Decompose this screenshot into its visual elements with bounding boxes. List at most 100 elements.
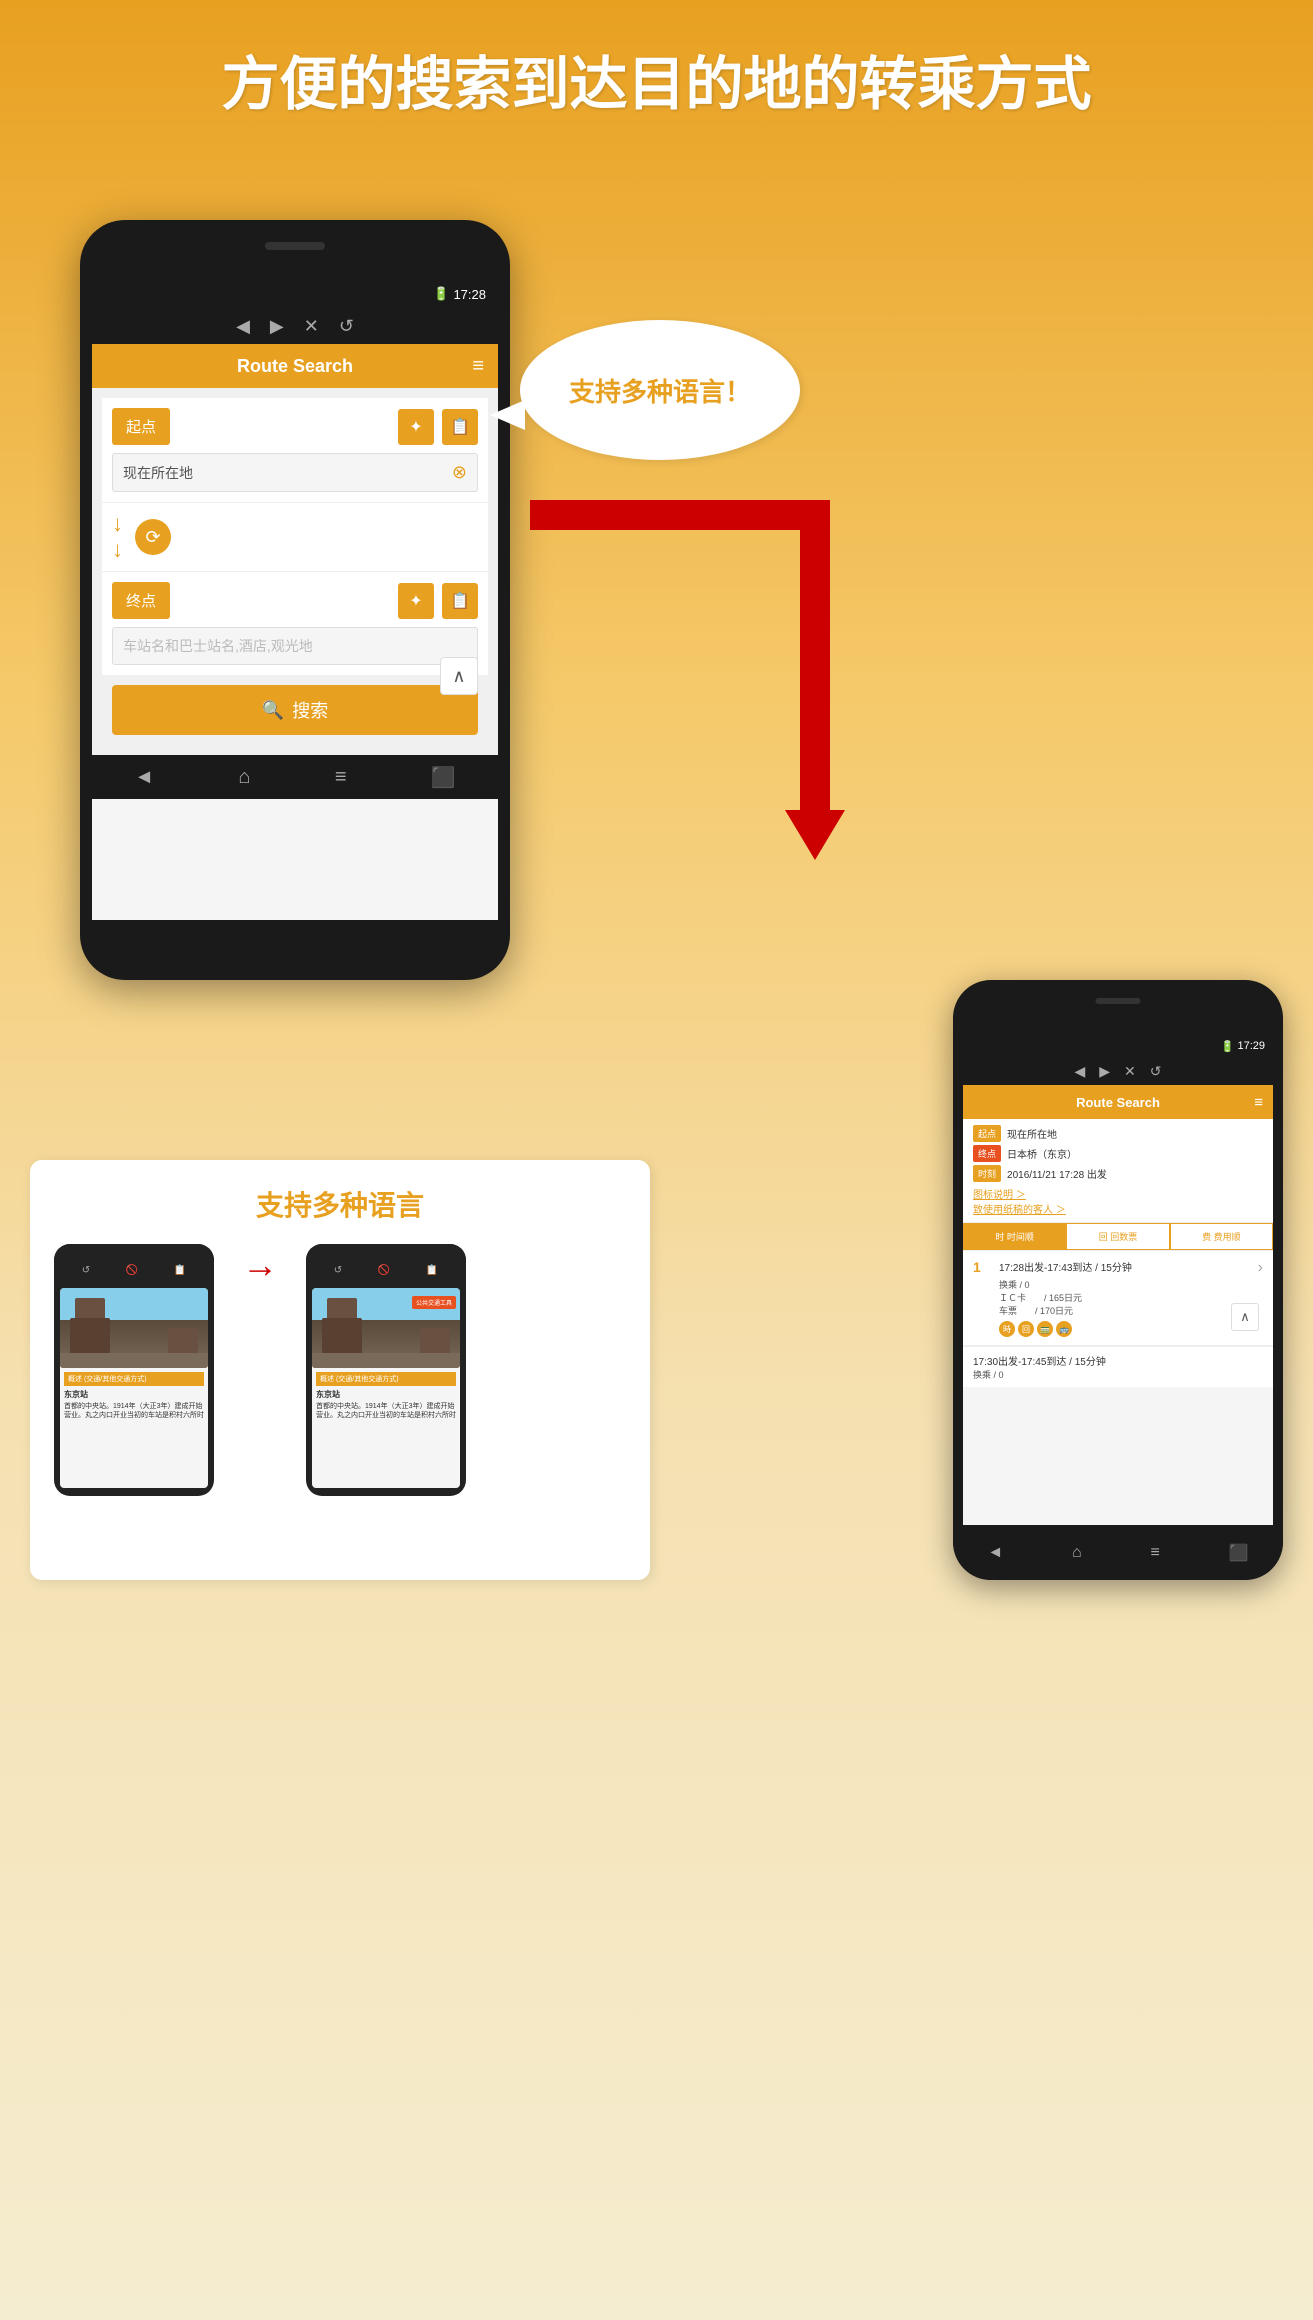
mini-status-2 — [306, 1244, 466, 1260]
nav-print-icon[interactable]: ⬛ — [431, 765, 456, 790]
mini-text-label-2: 概述 (交通/其他交通方式) — [316, 1372, 456, 1386]
scroll-up-btn[interactable]: ∧ — [440, 657, 478, 695]
up-arrow-icon-small: ∧ — [1240, 1309, 1250, 1325]
forward-icon-small[interactable]: ▶ — [1099, 1063, 1110, 1080]
nav-print-icon-small[interactable]: ⬛ — [1229, 1543, 1249, 1563]
tab-count[interactable]: 回 回数票 — [1066, 1223, 1169, 1250]
small-dest-value: 日本桥（东京） — [1007, 1146, 1077, 1161]
menu-icon-small[interactable]: ≡ — [1254, 1094, 1263, 1111]
result-item-2[interactable]: 17:30出发-17:45到达 / 15分钟 换乘 / 0 — [963, 1346, 1273, 1387]
phone-small: 🔋 17:29 ◀ ▶ ✕ ↺ Route Search ≡ 起点 现在所在地 — [953, 980, 1283, 1580]
status-bar-small: 🔋 17:29 — [963, 1035, 1273, 1057]
phone-speaker — [265, 242, 325, 250]
route-info-section: 起点 现在所在地 终点 日本桥（东京） 时刻 2016/11/21 17:28 … — [963, 1119, 1273, 1223]
mini-building-image-1 — [60, 1288, 208, 1368]
origin-label-btn[interactable]: 起点 — [112, 408, 170, 445]
arrow-between-phones: → — [234, 1244, 286, 1286]
close-icon-small[interactable]: ✕ — [1124, 1063, 1136, 1080]
back-icon[interactable]: ◀ — [236, 316, 250, 337]
result1-transport-icons: 時 回 🚃 🚌 — [999, 1321, 1258, 1337]
result1-chevron[interactable]: › — [1258, 1259, 1263, 1277]
scroll-up-btn-small[interactable]: ∧ — [1231, 1303, 1259, 1331]
origin-input[interactable]: 现在所在地 ⊗ — [112, 453, 478, 492]
result-item-1[interactable]: 1 17:28出发-17:43到达 / 15分钟 换乘 / 0 ＩＣ卡 / 16… — [963, 1251, 1273, 1346]
bookmark-icon-btn[interactable]: 📋 — [442, 409, 478, 445]
nav-back-icon-small[interactable]: ◄ — [987, 1544, 1003, 1562]
result2-title: 17:30出发-17:45到达 / 15分钟 — [973, 1353, 1263, 1368]
nav-menu-icon-small[interactable]: ≡ — [1151, 1544, 1160, 1562]
tabs-row: 时 时间顺 回 回数票 费 费用顺 — [963, 1223, 1273, 1251]
mini-nav-back-2: ↺ — [334, 1265, 342, 1276]
app-title-small: Route Search — [1076, 1095, 1160, 1110]
icon-legend-link[interactable]: 图标说明 ＞ — [973, 1190, 1026, 1201]
location-icon: ✦ — [409, 417, 422, 437]
speech-bubble: 支持多种语言！ — [520, 320, 800, 460]
tab-time[interactable]: 时 时间顺 — [963, 1223, 1066, 1250]
small-time-label: 时刻 — [973, 1165, 1001, 1182]
result1-ticket: 车票 / 170日元 — [999, 1304, 1258, 1317]
status-bar-large: 🔋 17:28 — [92, 280, 498, 308]
nav-bar-large[interactable]: ◀ ▶ ✕ ↺ — [92, 308, 498, 344]
search-button[interactable]: 🔍 搜索 — [112, 685, 478, 735]
app-title-large: Route Search — [237, 356, 353, 377]
small-origin-value: 现在所在地 — [1007, 1126, 1057, 1141]
mini-nav-bookmark: 📋 — [174, 1265, 186, 1276]
transport-icon-count: 回 — [1018, 1321, 1034, 1337]
nav-bar-small[interactable]: ◀ ▶ ✕ ↺ — [963, 1057, 1273, 1085]
search-area: 🔍 搜索 ∧ — [102, 685, 488, 745]
swap-row: ↓↓ ⟳ — [102, 502, 488, 572]
menu-icon-large[interactable]: ≡ — [472, 355, 484, 378]
mini-text-label-1: 概述 (交通/其他交通方式) — [64, 1372, 204, 1386]
mini-nav-1: ↺ 🚫 📋 — [54, 1260, 214, 1280]
app-header-large: Route Search ≡ — [92, 344, 498, 388]
back-icon-small[interactable]: ◀ — [1074, 1063, 1085, 1080]
dest-input[interactable]: 车站名和巴士站名,酒店,观光地 — [112, 627, 478, 665]
bottom-nav-large: ◄ ⌂ ≡ ⬛ — [92, 755, 498, 799]
nav-home-icon-small[interactable]: ⌂ — [1072, 1544, 1082, 1562]
nav-back-icon[interactable]: ◄ — [134, 766, 154, 789]
status-time-small: 17:29 — [1237, 1040, 1265, 1052]
info-box-title: 支持多种语言 — [54, 1184, 626, 1224]
nav-home-icon[interactable]: ⌂ — [238, 766, 250, 789]
beginner-link[interactable]: 致使用纸稿的客人 ＞ — [973, 1205, 1066, 1216]
mini-station-name-2: 东京站 — [316, 1389, 456, 1400]
result2-transfer: 换乘 / 0 — [973, 1368, 1263, 1381]
small-time-value: 2016/11/21 17:28 出发 — [1007, 1166, 1107, 1181]
battery-icon: 🔋 — [433, 286, 449, 302]
app-content-large: 起点 ✦ 📋 现在所在地 ⊗ — [92, 388, 498, 755]
mini-nav-back: ↺ — [82, 1265, 90, 1276]
right-arrow-icon: → — [242, 1244, 278, 1286]
mini-nav-circle-2: 🚫 — [378, 1265, 390, 1276]
transport-icon-bus: 🚌 — [1056, 1321, 1072, 1337]
clear-origin-icon[interactable]: ⊗ — [452, 462, 467, 483]
mini-building-image-2: 公共交通工具 — [312, 1288, 460, 1368]
origin-value-text: 现在所在地 — [123, 463, 193, 483]
dest-label-btn[interactable]: 终点 — [112, 582, 170, 619]
mini-phone-2: ↺ 🚫 📋 公共交通工具 概述 (交通/其他交通方式) 东京站 首都的中央站。1… — [306, 1244, 466, 1496]
swap-btn[interactable]: ⟳ — [135, 519, 171, 555]
forward-icon[interactable]: ▶ — [270, 316, 284, 337]
battery-icon-small: 🔋 — [1221, 1040, 1235, 1053]
transport-icon-train: 🚃 — [1037, 1321, 1053, 1337]
dest-location-icon-btn[interactable]: ✦ — [398, 583, 434, 619]
close-icon[interactable]: ✕ — [304, 316, 319, 337]
mini-screen-1: 概述 (交通/其他交通方式) 东京站 首都的中央站。1914年（大正3年）建成开… — [60, 1288, 208, 1488]
result1-transfer: 换乘 / 0 — [999, 1278, 1258, 1291]
nav-menu-icon[interactable]: ≡ — [335, 766, 347, 789]
mini-phone-1: ↺ 🚫 📋 概述 (交通/其他交通方式) 东京站 首都的中央站。1914年（大正… — [54, 1244, 214, 1496]
phone-large: 🔋 17:28 ◀ ▶ ✕ ↺ Route Search ≡ 起点 — [80, 220, 510, 980]
dest-placeholder-text: 车站名和巴士站名,酒店,观光地 — [123, 636, 313, 656]
tab-cost[interactable]: 费 费用顺 — [1170, 1223, 1273, 1250]
status-time-large: 17:28 — [453, 287, 486, 302]
result1-title: 17:28出发-17:43到达 / 15分钟 — [999, 1259, 1258, 1274]
refresh-icon-small[interactable]: ↺ — [1150, 1063, 1162, 1080]
mini-desc-2: 首都的中央站。1914年（大正3年）建成开始营业。丸之内口开业当初的车站是积村六… — [316, 1402, 456, 1420]
info-box-content: ↺ 🚫 📋 概述 (交通/其他交通方式) 东京站 首都的中央站。1914年（大正… — [54, 1244, 626, 1496]
dest-bookmark-icon-btn[interactable]: 📋 — [442, 583, 478, 619]
small-dest-label: 终点 — [973, 1145, 1001, 1162]
mini-nav-circle: 🚫 — [126, 1265, 138, 1276]
mini-nav-2: ↺ 🚫 📋 — [306, 1260, 466, 1280]
refresh-icon[interactable]: ↺ — [339, 316, 354, 337]
location-icon-btn[interactable]: ✦ — [398, 409, 434, 445]
mini-screen-2: 公共交通工具 概述 (交通/其他交通方式) 东京站 首都的中央站。1914年（大… — [312, 1288, 460, 1488]
